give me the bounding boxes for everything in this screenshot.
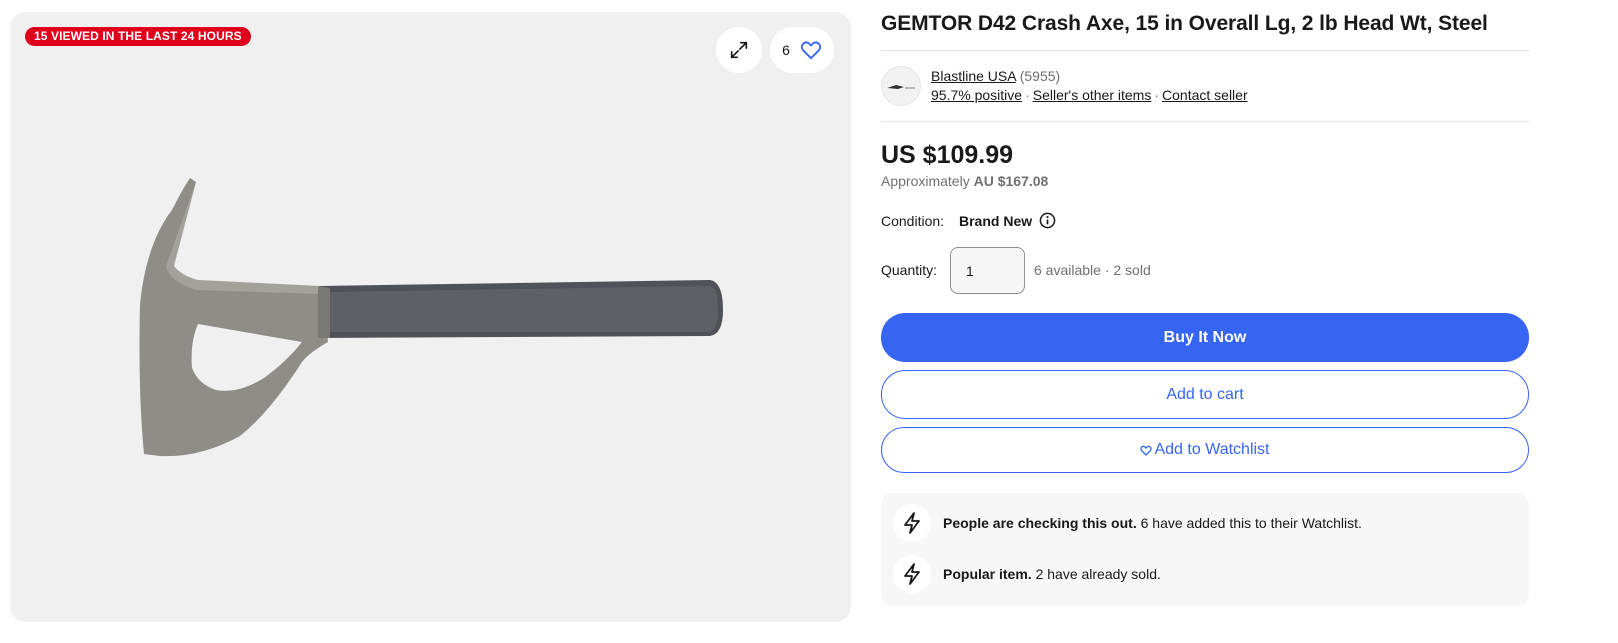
add-to-cart-button[interactable]: Add to cart	[881, 370, 1529, 419]
signal-detail: 6 have added this to their Watchlist.	[1136, 515, 1362, 531]
seller-logo-icon	[887, 85, 915, 89]
seller-other-items-link[interactable]: Seller's other items	[1033, 87, 1152, 103]
add-to-watchlist-button[interactable]: Add to Watchlist	[881, 427, 1529, 473]
lightning-icon	[893, 504, 931, 542]
price: US $109.99	[881, 141, 1014, 169]
signal-bold: Popular item.	[943, 566, 1032, 582]
seller-links-row: 95.7% positive · Seller's other items · Cont…	[931, 87, 1248, 103]
buy-it-now-label: Buy It Now	[1163, 328, 1247, 346]
approx-price: Approximately AU $167.08	[881, 173, 1048, 189]
signal-item: People are checking this out. 6 have add…	[893, 504, 1362, 542]
signal-bold: People are checking this out.	[943, 515, 1137, 531]
approx-prefix: Approximately	[881, 173, 970, 189]
product-title: GEMTOR D42 Crash Axe, 15 in Overall Lg, …	[881, 12, 1488, 35]
quantity-input[interactable]	[950, 247, 1025, 294]
seller-name-link[interactable]: Blastline USA	[931, 68, 1016, 84]
seller-feedback-count: (5955)	[1019, 68, 1061, 84]
watch-button[interactable]: 6	[770, 27, 834, 73]
add-to-watchlist-label: Add to Watchlist	[1154, 441, 1270, 458]
urgency-signals: People are checking this out. 6 have add…	[881, 493, 1529, 606]
seller-avatar[interactable]	[881, 66, 921, 106]
info-icon[interactable]	[1039, 212, 1056, 229]
expand-icon	[730, 41, 748, 59]
watch-count: 6	[782, 42, 790, 58]
expand-button[interactable]	[716, 27, 762, 73]
approx-value: AU $167.08	[973, 173, 1049, 189]
contact-seller-link[interactable]: Contact seller	[1162, 87, 1248, 103]
signal-detail: 2 have already sold.	[1031, 566, 1161, 582]
divider	[881, 50, 1529, 51]
quantity-label: Quantity:	[881, 262, 938, 278]
views-badge: 15 VIEWED IN THE LAST 24 HOURS	[25, 27, 251, 46]
buy-it-now-button[interactable]: Buy It Now	[881, 313, 1529, 362]
product-image[interactable]	[10, 12, 851, 622]
image-gallery: 15 VIEWED IN THE LAST 24 HOURS 6	[10, 12, 851, 622]
lightning-icon	[893, 555, 931, 593]
seller-name-row: Blastline USA (5955)	[931, 68, 1060, 84]
divider	[881, 121, 1529, 122]
quantity-available: 6 available · 2 sold	[1034, 262, 1151, 278]
signal-item: Popular item. 2 have already sold.	[893, 555, 1161, 593]
signal-text: People are checking this out. 6 have add…	[943, 515, 1362, 531]
add-to-cart-label: Add to cart	[1166, 385, 1244, 403]
condition-value: Brand New	[959, 213, 1033, 229]
condition-label: Condition:	[881, 213, 945, 229]
seller-positive-link[interactable]: 95.7% positive	[931, 87, 1022, 103]
heart-icon	[1140, 445, 1153, 456]
signal-text: Popular item. 2 have already sold.	[943, 566, 1161, 582]
heart-icon	[800, 41, 822, 60]
